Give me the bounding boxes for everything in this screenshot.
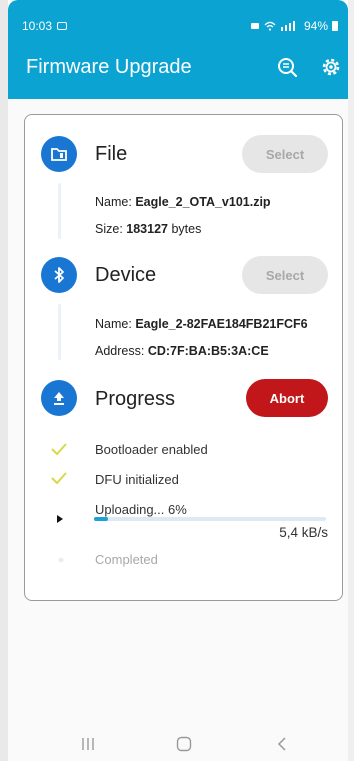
gear-icon[interactable] [320, 56, 342, 78]
progress-step-completed: Completed [95, 552, 158, 567]
recents-icon[interactable] [80, 737, 96, 751]
file-step-icon [41, 136, 77, 172]
device-name-line: Name: Eagle_2-82FAE184FB21FCF6 [95, 317, 308, 331]
status-bar: 10:03 94% [22, 18, 338, 34]
bluetooth-icon [54, 267, 64, 283]
device-name-label: Name: [95, 317, 132, 331]
file-step-title: File [95, 143, 128, 165]
app-bar: 10:03 94% Firmware Upgrade [8, 0, 348, 99]
file-name-value: Eagle_2_OTA_v101.zip [135, 195, 271, 209]
file-size-value: 183127 [126, 222, 168, 236]
system-nav-bar [8, 719, 348, 761]
upload-speed: 5,4 kB/s [279, 525, 328, 540]
file-select-button[interactable]: Select [242, 135, 328, 173]
status-time: 10:03 [22, 19, 53, 33]
device-select-button[interactable]: Select [242, 256, 328, 294]
progress-step-title: Progress [95, 388, 176, 410]
device-step-connector [58, 304, 61, 360]
progress-step-bootloader: Bootloader enabled [95, 442, 208, 457]
progress-step-uploading: Uploading... 6% [95, 502, 187, 517]
search-icon[interactable] [276, 56, 298, 78]
mute-icon [250, 23, 259, 29]
pending-dot-icon [58, 557, 64, 563]
device-address-line: Address: CD:7F:BA:B5:3A:CE [95, 344, 269, 358]
page-title: Firmware Upgrade [26, 56, 192, 78]
device-name-value: Eagle_2-82FAE184FB21FCF6 [135, 317, 308, 331]
abort-button[interactable]: Abort [246, 379, 328, 417]
progress-step-icon [41, 380, 77, 416]
device-step-icon [41, 257, 77, 293]
device-address-value: CD:7F:BA:B5:3A:CE [147, 344, 269, 358]
file-name-line: Name: Eagle_2_OTA_v101.zip [95, 195, 271, 209]
play-arrow-icon [57, 515, 63, 523]
left-bezel [0, 0, 8, 761]
check-icon [51, 443, 67, 455]
file-size-line: Size: 183127 bytes [95, 222, 201, 236]
home-icon[interactable] [176, 736, 192, 752]
phone-screen: 10:03 94% Firmware Upgrade File Select N… [0, 0, 354, 761]
check-icon [51, 472, 67, 484]
right-bezel [348, 0, 354, 761]
signal-icon [280, 21, 295, 31]
progress-step-dfu: DFU initialized [95, 472, 179, 487]
folder-icon [51, 148, 67, 161]
file-name-label: Name: [95, 195, 132, 209]
battery-icon [332, 21, 338, 31]
notification-icon [57, 22, 68, 30]
upload-progress-fill [94, 517, 108, 521]
file-step-connector [58, 183, 61, 239]
battery-percent: 94% [303, 19, 328, 33]
device-step-title: Device [95, 264, 157, 286]
device-address-label: Address: [95, 344, 145, 358]
file-size-unit: bytes [171, 222, 202, 236]
wifi-icon [264, 21, 276, 31]
file-size-label: Size: [95, 222, 123, 236]
back-icon[interactable] [276, 736, 288, 752]
upload-progress-bar [94, 517, 326, 521]
upload-icon [54, 392, 64, 405]
